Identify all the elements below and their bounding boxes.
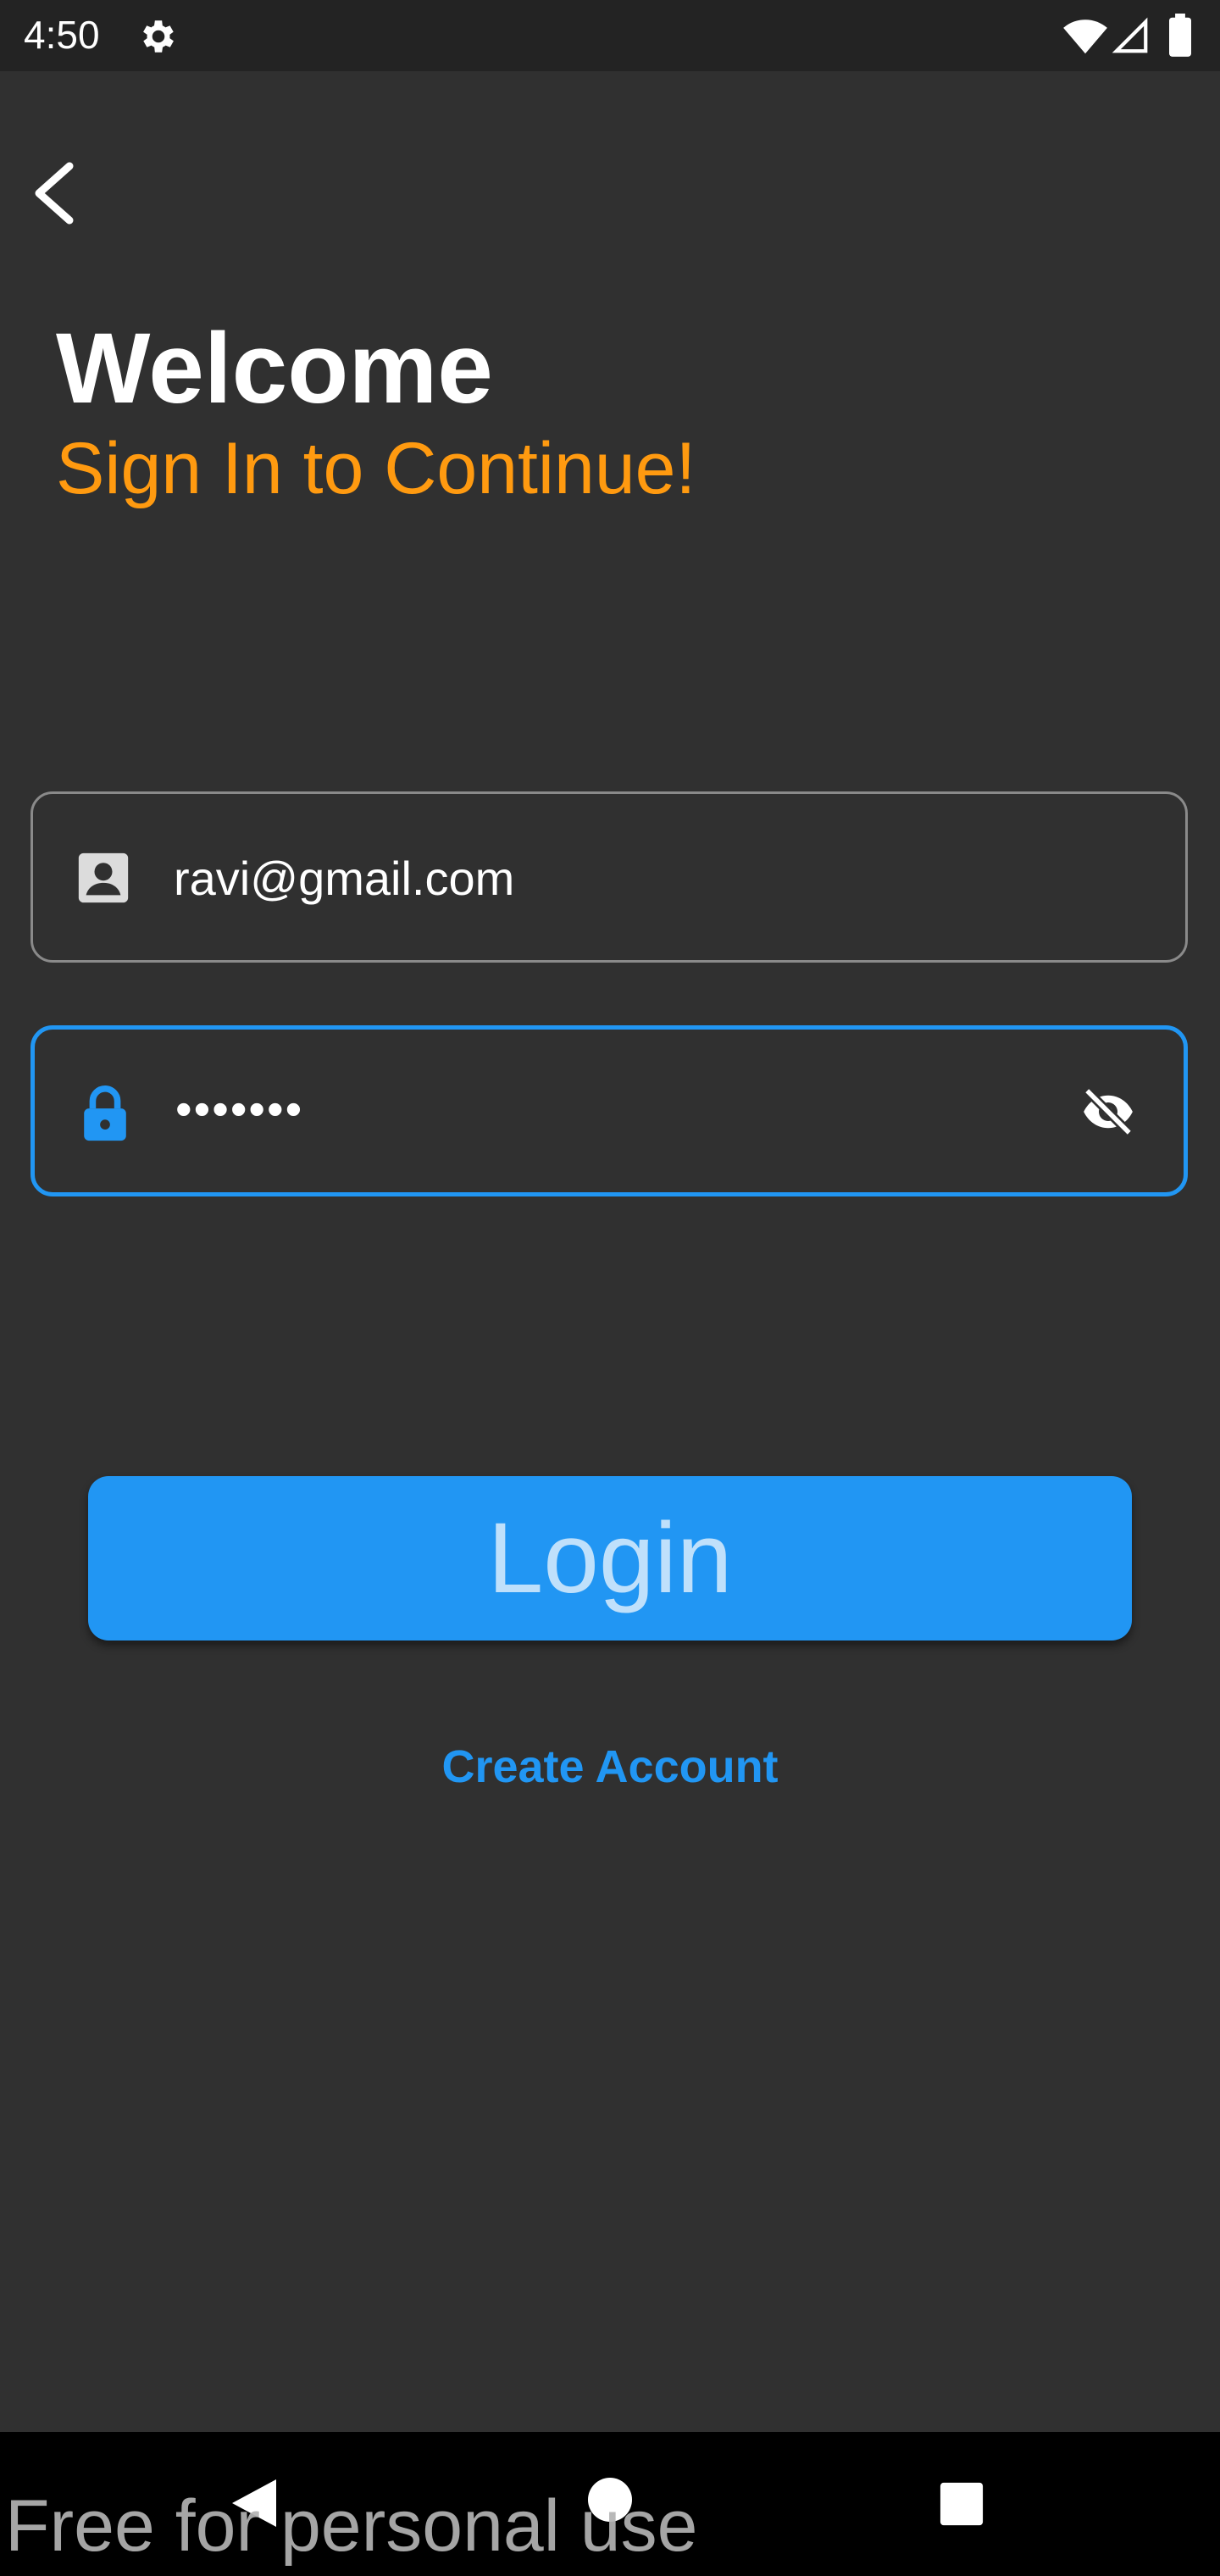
create-account-link[interactable]: Create Account [0, 1740, 1220, 1793]
nav-home-icon[interactable] [586, 2476, 634, 2523]
gear-icon [143, 20, 174, 53]
page-subtitle: Sign In to Continue! [56, 428, 696, 509]
nav-recents-icon[interactable] [939, 2481, 984, 2527]
page-title: Welcome [56, 313, 493, 425]
wifi-icon [1063, 19, 1107, 54]
nav-back-icon[interactable] [229, 2476, 280, 2530]
arrow-back-icon[interactable] [29, 159, 80, 227]
lock-icon [84, 1085, 126, 1141]
signal-icon [1112, 17, 1148, 53]
password-field[interactable]: ••••••• [30, 1025, 1188, 1196]
password-input[interactable]: ••••••• [175, 1080, 303, 1137]
battery-icon [1169, 14, 1191, 57]
eye-off-icon[interactable] [1080, 1084, 1136, 1140]
login-button[interactable]: Login [88, 1476, 1132, 1641]
email-field[interactable]: ravi@gmail.com [30, 791, 1188, 963]
status-bar: 4:50 [0, 0, 1220, 71]
email-input[interactable]: ravi@gmail.com [174, 850, 514, 907]
status-time: 4:50 [24, 13, 100, 57]
person-badge-icon [78, 852, 129, 903]
